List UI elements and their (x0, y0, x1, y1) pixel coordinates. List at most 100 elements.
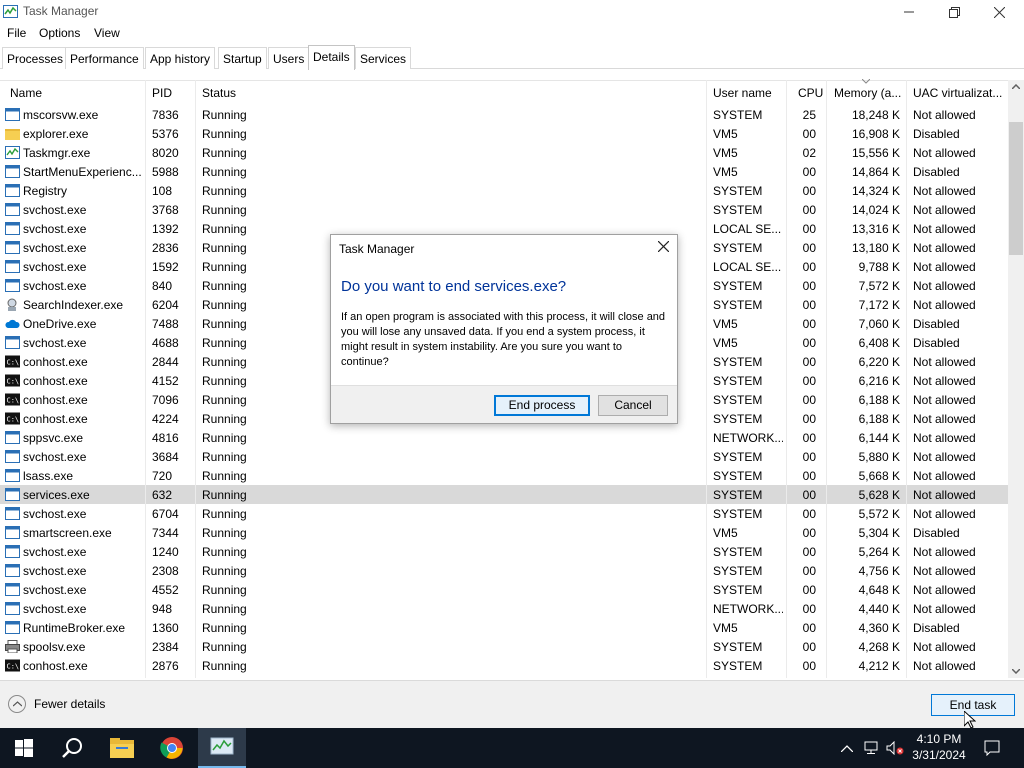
process-memory: 14,324 K (851, 184, 900, 198)
table-row[interactable]: spoolsv.exe 2384 Running SYSTEM 00 4,268 K Not… (0, 637, 1008, 656)
table-row[interactable]: svchost.exe 2308 Running SYSTEM 00 4,756 K Not… (0, 561, 1008, 580)
process-user: VM5 (713, 127, 738, 141)
table-row[interactable]: RuntimeBroker.exe 1360 Running VM5 00 4,360 K… (0, 618, 1008, 637)
tab-app-history[interactable]: App history (145, 47, 216, 69)
show-hidden-icons-button[interactable] (838, 728, 856, 768)
tab-details[interactable]: Details (308, 45, 355, 70)
table-row[interactable]: smartscreen.exe 7344 Running VM5 00 5,304 K Di… (0, 523, 1008, 542)
process-name: mscorsvw.exe (23, 108, 99, 122)
process-cpu: 00 (802, 127, 816, 141)
column-header-status[interactable]: Status (202, 86, 236, 100)
table-row[interactable]: Taskmgr.exe 8020 Running VM5 02 15,556 K Not a… (0, 143, 1008, 162)
windows-logo-icon (15, 739, 33, 757)
column-divider[interactable] (906, 80, 907, 678)
column-divider[interactable] (706, 80, 707, 678)
scrollbar-thumb[interactable] (1009, 122, 1023, 255)
table-row[interactable]: Registry 108 Running SYSTEM 00 14,324 K Not al… (0, 181, 1008, 200)
scroll-up-icon[interactable] (1012, 84, 1020, 89)
menu-file[interactable]: File (7, 26, 26, 40)
start-button[interactable] (0, 728, 48, 768)
application-icon (5, 431, 20, 444)
taskbar: 4:10 PM 3/31/2024 (0, 728, 1024, 768)
end-process-button[interactable]: End process (494, 395, 590, 416)
process-name: SearchIndexer.exe (23, 298, 124, 312)
process-uac: Not allowed (913, 298, 976, 312)
column-header-cpu[interactable]: CPU (798, 86, 823, 100)
column-header-pid[interactable]: PID (152, 86, 172, 100)
dialog-close-icon[interactable] (658, 241, 669, 252)
process-memory: 6,408 K (858, 336, 900, 350)
process-status: Running (202, 450, 247, 464)
table-row[interactable]: sppsvc.exe 4816 Running NETWORK... 00 6,144 K… (0, 428, 1008, 447)
process-uac: Not allowed (913, 146, 976, 160)
menu-view[interactable]: View (94, 26, 120, 40)
process-memory: 6,188 K (858, 412, 900, 426)
process-name: conhost.exe (23, 374, 88, 388)
table-row[interactable]: svchost.exe 3768 Running SYSTEM 00 14,024 K No… (0, 200, 1008, 219)
tab-performance[interactable]: Performance (65, 47, 144, 69)
action-center-button[interactable] (976, 728, 1008, 768)
table-row[interactable]: services.exe 632 Running SYSTEM 00 5,628 K Not… (0, 485, 1008, 504)
table-row[interactable]: StartMenuExperienc... 5988 Running VM5 00 14,… (0, 162, 1008, 181)
process-user: SYSTEM (713, 488, 763, 502)
process-status: Running (202, 298, 247, 312)
network-tray-button[interactable] (860, 728, 882, 768)
process-status: Running (202, 127, 247, 141)
scroll-down-icon[interactable] (1012, 669, 1020, 674)
taskbar-file-explorer[interactable] (98, 728, 146, 768)
taskbar-search-button[interactable] (48, 728, 96, 768)
tab-strip: Processes Performance App history Startu… (0, 45, 1024, 70)
vertical-scrollbar[interactable] (1008, 80, 1024, 678)
close-icon (993, 6, 1005, 18)
column-divider[interactable] (195, 80, 196, 678)
process-user: LOCAL SE... (713, 222, 782, 236)
column-divider[interactable] (786, 80, 787, 678)
process-user: SYSTEM (713, 184, 763, 198)
process-cpu: 00 (802, 507, 816, 521)
process-user: SYSTEM (713, 298, 763, 312)
process-pid: 720 (152, 469, 173, 483)
column-divider[interactable] (145, 80, 146, 678)
minimize-button[interactable] (886, 0, 932, 24)
table-row[interactable]: explorer.exe 5376 Running VM5 00 16,908 K Disa… (0, 124, 1008, 143)
dialog-message: If an open program is associated with th… (341, 311, 666, 368)
table-row[interactable]: svchost.exe 1240 Running SYSTEM 00 5,264 K Not… (0, 542, 1008, 561)
column-header-user[interactable]: User name (713, 86, 772, 100)
taskbar-task-manager[interactable] (198, 728, 246, 768)
process-memory: 14,864 K (851, 165, 900, 179)
table-row[interactable]: svchost.exe 6704 Running SYSTEM 00 5,572 K Not… (0, 504, 1008, 523)
process-memory: 5,572 K (858, 507, 900, 521)
table-row[interactable]: svchost.exe 948 Running NETWORK... 00 4,440 K… (0, 599, 1008, 618)
taskbar-chrome[interactable] (148, 728, 196, 768)
tab-users[interactable]: Users (268, 47, 310, 69)
cancel-button[interactable]: Cancel (598, 395, 668, 416)
application-icon (5, 526, 20, 539)
column-header-name[interactable]: Name (10, 86, 42, 100)
process-memory: 18,248 K (851, 108, 900, 122)
process-pid: 3684 (152, 450, 179, 464)
clock[interactable]: 4:10 PM 3/31/2024 (905, 731, 973, 763)
table-row[interactable]: svchost.exe 4552 Running SYSTEM 00 4,648 K Not… (0, 580, 1008, 599)
svg-text:C:\: C:\ (7, 416, 20, 424)
column-header-uac[interactable]: UAC virtualizat... (913, 86, 1005, 100)
column-header-memory[interactable]: Memory (a... (834, 86, 904, 100)
fewer-details-toggle[interactable]: Fewer details (8, 695, 105, 713)
process-uac: Not allowed (913, 450, 976, 464)
volume-tray-button[interactable] (884, 728, 906, 768)
process-user: SYSTEM (713, 203, 763, 217)
process-uac: Not allowed (913, 279, 976, 293)
table-row[interactable]: lsass.exe 720 Running SYSTEM 00 5,668 K Not al… (0, 466, 1008, 485)
table-row[interactable]: mscorsvw.exe 7836 Running SYSTEM 25 18,248 K N… (0, 105, 1008, 124)
column-divider[interactable] (826, 80, 827, 678)
menu-options[interactable]: Options (39, 26, 80, 40)
tab-startup[interactable]: Startup (218, 47, 267, 69)
table-row[interactable]: C:\ conhost.exe 2876 Running SYSTEM 00 4,212 K… (0, 656, 1008, 675)
close-button[interactable] (976, 0, 1022, 24)
tab-services[interactable]: Services (355, 47, 412, 69)
table-row[interactable]: svchost.exe 3684 Running SYSTEM 00 5,880 K Not… (0, 447, 1008, 466)
process-user: VM5 (713, 621, 738, 635)
restore-button[interactable] (931, 0, 977, 24)
process-memory: 4,268 K (858, 640, 900, 654)
process-pid: 2876 (152, 659, 179, 673)
tab-processes[interactable]: Processes (2, 47, 69, 69)
